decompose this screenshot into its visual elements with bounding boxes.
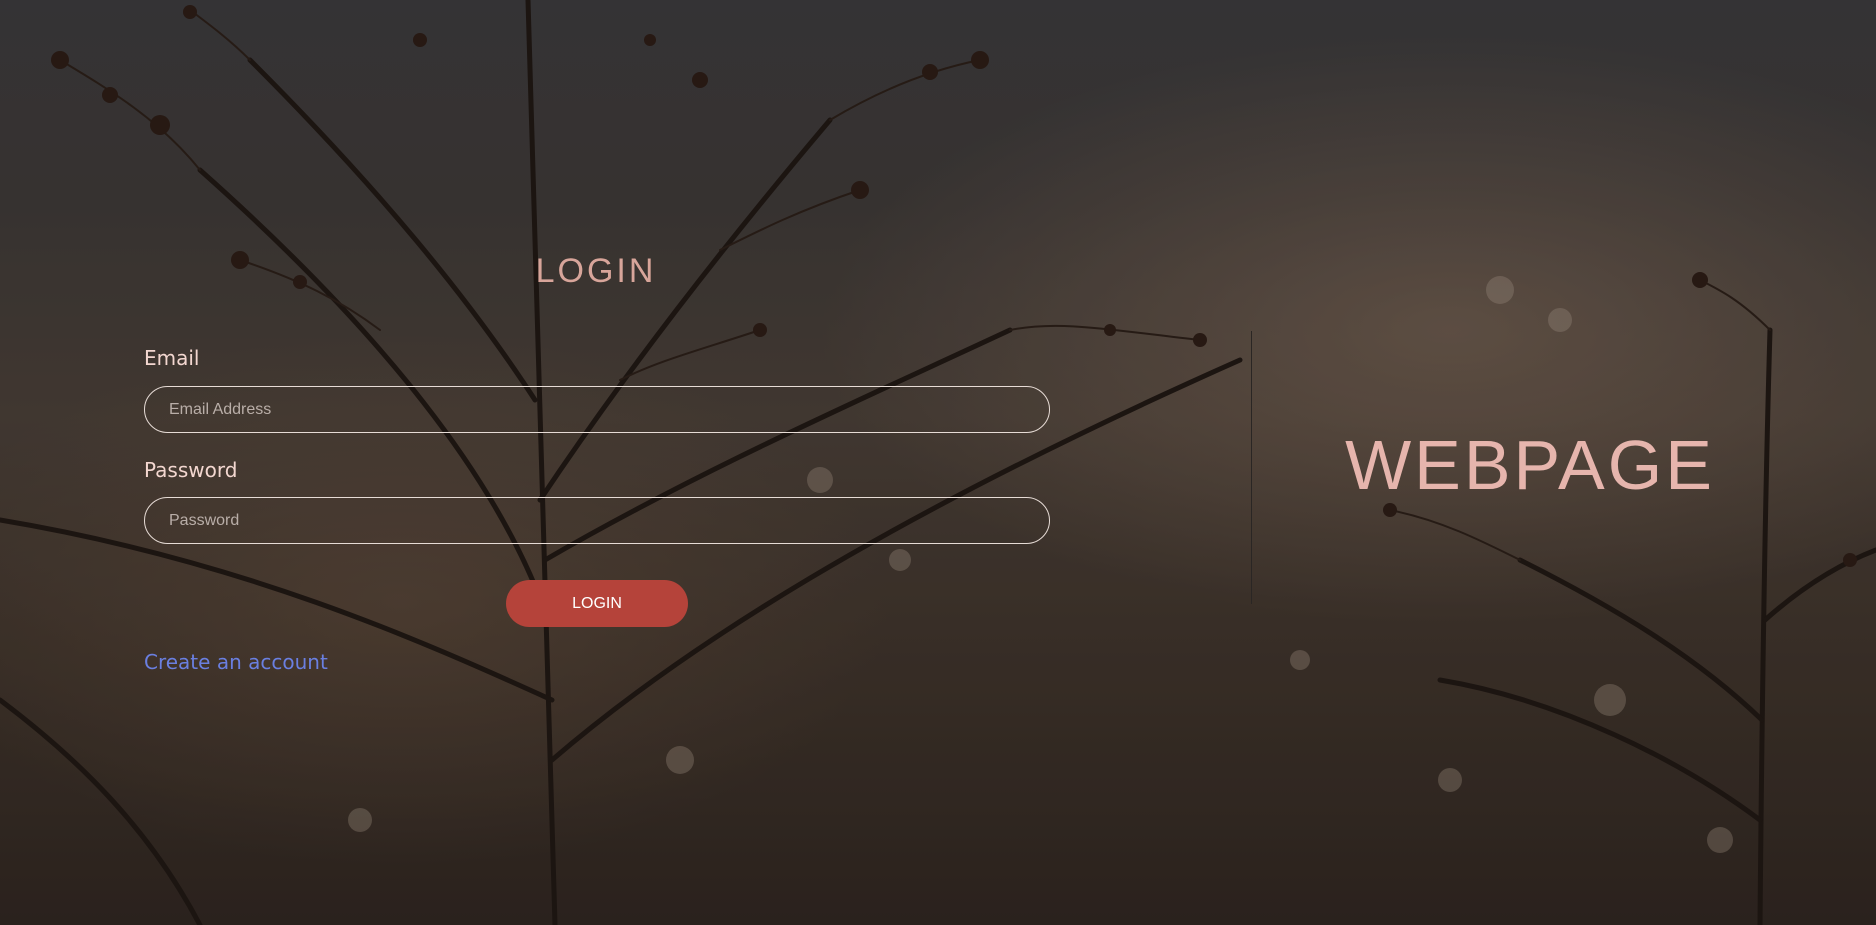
login-title: LOGIN: [535, 252, 657, 290]
email-input[interactable]: [144, 386, 1050, 433]
brand-title: WEBPAGE: [1345, 426, 1715, 504]
password-input[interactable]: [144, 497, 1050, 544]
create-account-link[interactable]: Create an account: [144, 650, 328, 674]
vertical-divider: [1251, 331, 1252, 604]
email-label: Email: [144, 346, 200, 370]
login-button[interactable]: LOGIN: [506, 580, 688, 627]
password-label: Password: [144, 458, 238, 482]
